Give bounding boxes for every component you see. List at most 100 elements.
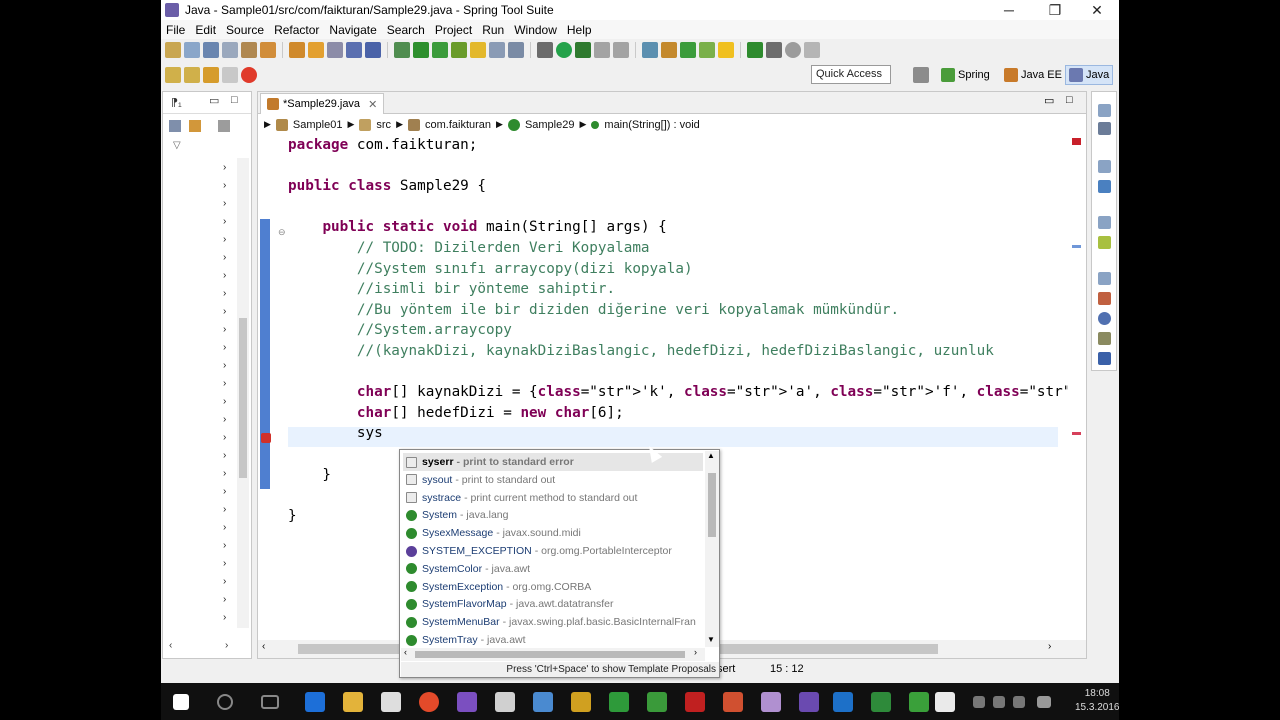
maximize-button[interactable]: ❐: [1033, 0, 1077, 20]
search-icon[interactable]: [642, 42, 658, 58]
menu-search[interactable]: Search: [382, 23, 430, 37]
new-icon[interactable]: [165, 42, 181, 58]
editor-tab-sample29[interactable]: *Sample29.java ✕: [260, 93, 385, 114]
app-icon-8[interactable]: [833, 692, 853, 712]
calculator-icon[interactable]: [495, 692, 515, 712]
app-icon-3[interactable]: [647, 692, 667, 712]
cube-app-icon[interactable]: [533, 692, 553, 712]
restore-icon[interactable]: [1098, 272, 1111, 285]
tree-arrow[interactable]: ›: [223, 288, 226, 299]
breadcrumb-method[interactable]: main(String[]) : void: [604, 119, 699, 131]
minimize-button[interactable]: ─: [987, 0, 1031, 20]
proposal-item[interactable]: systrace - print current method to standa…: [403, 489, 703, 507]
proposal-item[interactable]: SysexMessage - javax.sound.midi: [403, 524, 703, 542]
close-button[interactable]: ✕: [1075, 0, 1119, 20]
app-icon-9[interactable]: [909, 692, 929, 712]
spring-explorer-icon[interactable]: [1098, 236, 1111, 249]
green-dot-icon[interactable]: [413, 42, 429, 58]
editor-maximize-icon[interactable]: □: [1066, 94, 1073, 106]
error-icon[interactable]: [261, 433, 271, 443]
tree-arrow[interactable]: ›: [223, 270, 226, 281]
tree-arrow[interactable]: ›: [223, 558, 226, 569]
store-icon[interactable]: [381, 692, 401, 712]
tree-arrow[interactable]: ›: [223, 612, 226, 623]
tree-arrow[interactable]: ›: [223, 216, 226, 227]
scrollbar-thumb[interactable]: [239, 318, 247, 478]
stop-icon[interactable]: [594, 42, 610, 58]
proposal-item[interactable]: SYSTEM_EXCEPTION - org.omg.PortableInterc…: [403, 542, 703, 560]
excel-icon[interactable]: [871, 692, 891, 712]
open-type-icon[interactable]: [184, 42, 200, 58]
error-overview-icon[interactable]: [1072, 138, 1081, 145]
proposal-item[interactable]: SystemColor - java.awt: [403, 560, 703, 578]
lightbulb-icon[interactable]: [718, 42, 734, 58]
menu-help[interactable]: Help: [562, 23, 597, 37]
scroll-right-icon[interactable]: ›: [225, 640, 228, 651]
external-tools-icon[interactable]: [613, 42, 629, 58]
package-explorer-scrollbar[interactable]: [237, 158, 249, 628]
breadcrumb-project[interactable]: Sample01: [293, 119, 343, 131]
proposal-item[interactable]: SystemTray - java.awt: [403, 631, 703, 649]
spring-icon[interactable]: [680, 42, 696, 58]
console-icon[interactable]: [327, 42, 343, 58]
scroll-left-icon[interactable]: ‹: [169, 640, 172, 651]
build-icon[interactable]: [289, 42, 305, 58]
server-icon[interactable]: [365, 42, 381, 58]
collapse-all-icon[interactable]: [169, 120, 181, 132]
block-icon[interactable]: [489, 42, 505, 58]
visual-studio-icon[interactable]: [457, 692, 477, 712]
tree-expand-icon[interactable]: ▽: [173, 140, 181, 151]
forward-icon[interactable]: [222, 67, 238, 83]
tree-arrow[interactable]: ›: [223, 504, 226, 515]
annotation-icon[interactable]: [451, 42, 467, 58]
menu-project[interactable]: Project: [430, 23, 477, 37]
tree-arrow[interactable]: ›: [223, 396, 226, 407]
task-list-icon[interactable]: [1098, 122, 1111, 135]
search-taskbar-icon[interactable]: [217, 694, 233, 710]
tree-arrow[interactable]: ›: [223, 414, 226, 425]
proposal-hscrollbar[interactable]: ‹ ›: [401, 647, 705, 661]
outline-icon[interactable]: [1098, 180, 1111, 193]
scroll-left-icon[interactable]: ‹: [404, 647, 407, 657]
perspective-java-ee[interactable]: Java EE: [1001, 65, 1065, 85]
import-icon[interactable]: [260, 42, 276, 58]
tree-arrow[interactable]: ›: [223, 342, 226, 353]
tree-arrow[interactable]: ›: [223, 324, 226, 335]
next-annotation-icon[interactable]: [165, 67, 181, 83]
open-perspective-icon[interactable]: [661, 42, 677, 58]
last-edit-icon[interactable]: [241, 67, 257, 83]
tree-arrow[interactable]: ›: [223, 450, 226, 461]
menu-refactor[interactable]: Refactor: [269, 23, 324, 37]
tree-arrow[interactable]: ›: [223, 522, 226, 533]
panel-minimize-icon[interactable]: ▭: [209, 94, 219, 107]
panel-maximize-icon[interactable]: □: [231, 94, 238, 106]
tree-arrow[interactable]: ›: [223, 162, 226, 173]
tree-arrow[interactable]: ›: [223, 360, 226, 371]
scroll-right-icon[interactable]: ›: [1048, 641, 1051, 652]
proposal-vscrollbar[interactable]: ▲ ▼: [705, 451, 719, 647]
tree-arrow[interactable]: ›: [223, 540, 226, 551]
problems-icon[interactable]: [1098, 292, 1111, 305]
boot-icon[interactable]: [699, 42, 715, 58]
app-icon-6[interactable]: [761, 692, 781, 712]
gear-icon[interactable]: [766, 42, 782, 58]
debug-icon[interactable]: [537, 42, 553, 58]
whitespace-icon[interactable]: [508, 42, 524, 58]
error-marker[interactable]: [1072, 432, 1081, 435]
save-icon[interactable]: [203, 42, 219, 58]
app-icon-1[interactable]: [571, 692, 591, 712]
editor-minimize-icon[interactable]: ▭: [1044, 94, 1054, 107]
menu-file[interactable]: File: [161, 23, 190, 37]
save-all-icon[interactable]: [222, 42, 238, 58]
proposal-item[interactable]: SystemMenuBar - javax.swing.plaf.basic.Ba…: [403, 613, 703, 631]
wand-icon[interactable]: [308, 42, 324, 58]
tree-arrow[interactable]: ›: [223, 378, 226, 389]
disconnect-icon[interactable]: [785, 42, 801, 58]
app-icon-4[interactable]: [685, 692, 705, 712]
package-explorer-hscroll[interactable]: ‹ ›: [165, 640, 251, 656]
coverage-icon[interactable]: [575, 42, 591, 58]
tree-arrow[interactable]: ›: [223, 576, 226, 587]
tree-arrow[interactable]: ›: [223, 432, 226, 443]
restore-icon[interactable]: [1098, 216, 1111, 229]
tree-arrow[interactable]: ›: [223, 468, 226, 479]
